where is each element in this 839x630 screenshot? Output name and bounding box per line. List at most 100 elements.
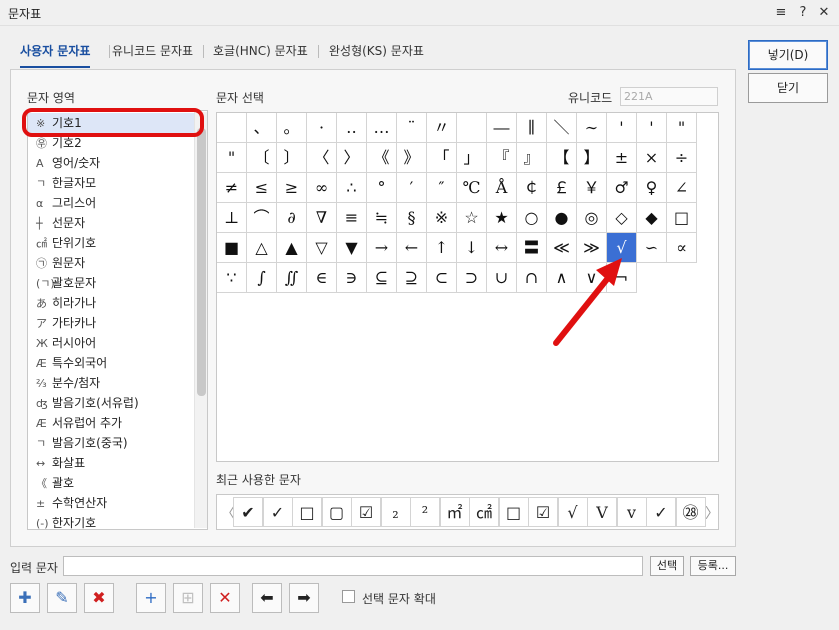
area-item[interactable]: 《 괄호 (28, 473, 196, 493)
char-cell[interactable]: 、 (247, 113, 277, 143)
char-cell[interactable]: ↓ (457, 233, 487, 263)
area-item[interactable]: ʤ 발음기호(서유럽) (28, 393, 196, 413)
char-cell[interactable] (457, 113, 487, 143)
char-cell[interactable]: ◆ (637, 203, 667, 233)
recent-char-cell[interactable]: ☑ (528, 497, 558, 527)
area-item[interactable]: あ 히라가나 (28, 293, 196, 313)
register-button[interactable]: 등록... (690, 556, 736, 576)
char-cell[interactable]: ∞ (307, 173, 337, 203)
area-item[interactable]: α 그리스어 (28, 193, 196, 213)
recent-char-cell[interactable]: □ (498, 497, 529, 527)
recent-char-cell[interactable]: ₂ (380, 497, 411, 527)
area-item[interactable]: Æ 특수외국어 (28, 353, 196, 373)
scrollbar-thumb[interactable] (197, 128, 206, 396)
char-cell[interactable]: ∠ (667, 173, 697, 203)
char-cell[interactable]: ▲ (277, 233, 307, 263)
recent-char-cell[interactable]: ☑ (351, 497, 381, 527)
recent-char-cell[interactable]: ✓ (646, 497, 676, 527)
char-cell[interactable]: ∪ (487, 263, 517, 293)
char-cell[interactable]: ≤ (247, 173, 277, 203)
area-item[interactable]: ㄱ 발음기호(중국) (28, 433, 196, 453)
char-cell[interactable]: ○ (517, 203, 547, 233)
add-grid-button[interactable]: ⊞ (173, 583, 203, 613)
tab-ks-chars[interactable]: 완성형(KS) 문자표 (329, 38, 424, 68)
area-item[interactable]: Ж 러시아어 (28, 333, 196, 353)
char-cell[interactable]: ⊆ (367, 263, 397, 293)
char-cell[interactable]: ∼ (577, 113, 607, 143)
area-list-scrollbar[interactable] (194, 112, 207, 528)
char-cell[interactable]: 〔 (247, 143, 277, 173)
tab-user-chars[interactable]: 사용자 문자표 (20, 38, 91, 68)
char-cell[interactable]: ∂ (277, 203, 307, 233)
char-cell[interactable]: ＼ (547, 113, 577, 143)
area-item[interactable]: (-) 한자기호 (28, 513, 196, 529)
menu-icon[interactable]: ≡ (772, 4, 790, 22)
char-cell[interactable]: § (397, 203, 427, 233)
char-cell[interactable]: ※ (427, 203, 457, 233)
char-cell[interactable]: 〕 (277, 143, 307, 173)
char-cell[interactable]: ∥ (517, 113, 547, 143)
close-button[interactable]: 닫기 (748, 73, 828, 103)
recent-char-cell[interactable]: ✔ (233, 497, 263, 527)
char-cell[interactable]: 《 (367, 143, 397, 173)
recent-char-cell[interactable]: ㎠ (469, 497, 499, 527)
char-cell[interactable]: ⊥ (217, 203, 247, 233)
char-cell[interactable]: ∵ (217, 263, 247, 293)
enlarge-checkbox[interactable] (342, 590, 355, 603)
area-item[interactable]: ↔ 화살표 (28, 453, 196, 473)
recent-char-cell[interactable]: ▢ (321, 497, 352, 527)
char-cell[interactable]: · (307, 113, 337, 143)
area-item[interactable]: ㉠ 원문자 (28, 253, 196, 273)
char-cell[interactable]: → (367, 233, 397, 263)
area-item[interactable]: ㄱ 한글자모 (28, 173, 196, 193)
char-cell[interactable]: " (667, 113, 697, 143)
char-cell[interactable] (217, 113, 247, 143)
arrow-right-button[interactable]: ➡ (289, 583, 319, 613)
area-item[interactable]: (ㄱ)괄호문자 (28, 273, 196, 293)
help-icon[interactable]: ? (794, 4, 812, 22)
char-cell[interactable]: ● (547, 203, 577, 233)
recent-char-cell[interactable]: ✓ (262, 497, 293, 527)
char-cell[interactable]: ◇ (607, 203, 637, 233)
char-cell[interactable]: ″ (427, 173, 457, 203)
recent-chars-strip[interactable]: 〈 〉 ✔ ✓ □ ▢ ☑ ₂ ² ㎡㎠ □ ☑ √ Vv ✓ ㉘ (216, 494, 719, 530)
area-item[interactable]: ㎠ 단위기호 (28, 233, 196, 253)
char-cell[interactable]: ♀ (637, 173, 667, 203)
char-cell[interactable]: 『 (487, 143, 517, 173)
char-cell[interactable]: ' (607, 113, 637, 143)
char-cell[interactable]: ¨ (397, 113, 427, 143)
char-cell[interactable]: 》 (397, 143, 427, 173)
delete-user-char-button[interactable]: ✖ (84, 583, 114, 613)
char-cell[interactable]: ∫ (247, 263, 277, 293)
char-cell[interactable]: ∽ (637, 233, 667, 263)
char-cell[interactable]: ▼ (337, 233, 367, 263)
input-chars-field[interactable] (63, 556, 643, 576)
char-cell[interactable]: 〉 (337, 143, 367, 173)
char-cell[interactable]: ≒ (367, 203, 397, 233)
recent-char-cell[interactable]: ㉘ (675, 497, 706, 527)
tab-unicode-chars[interactable]: 유니코드 문자표 (112, 38, 193, 68)
char-cell[interactable]: ☆ (457, 203, 487, 233)
char-cell[interactable]: ♂ (607, 173, 637, 203)
char-cell[interactable]: ∝ (667, 233, 697, 263)
char-cell[interactable]: 」 (457, 143, 487, 173)
close-icon[interactable]: ✕ (815, 4, 833, 22)
char-cell[interactable]: ⌒ (247, 203, 277, 233)
char-cell[interactable]: ■ (217, 233, 247, 263)
char-cell[interactable]: 』 (517, 143, 547, 173)
char-cell[interactable]: 〃 (427, 113, 457, 143)
char-cell[interactable]: ∬ (277, 263, 307, 293)
add-user-char-button[interactable]: ✚ (10, 583, 40, 613)
char-cell[interactable]: ￥ (577, 173, 607, 203)
char-cell[interactable]: × (637, 143, 667, 173)
char-cell[interactable]: ∇ (307, 203, 337, 233)
area-item[interactable]: ア 가타카나 (28, 313, 196, 333)
char-cell[interactable]: ↑ (427, 233, 457, 263)
char-cell[interactable]: 。 (277, 113, 307, 143)
char-cell[interactable]: ℃ (457, 173, 487, 203)
char-cell[interactable]: ≥ (277, 173, 307, 203)
char-cell[interactable]: ▽ (307, 233, 337, 263)
remove-button[interactable]: ✕ (210, 583, 240, 613)
tab-hnc-chars[interactable]: 호글(HNC) 문자표 (213, 38, 308, 68)
char-cell[interactable]: ￠ (517, 173, 547, 203)
